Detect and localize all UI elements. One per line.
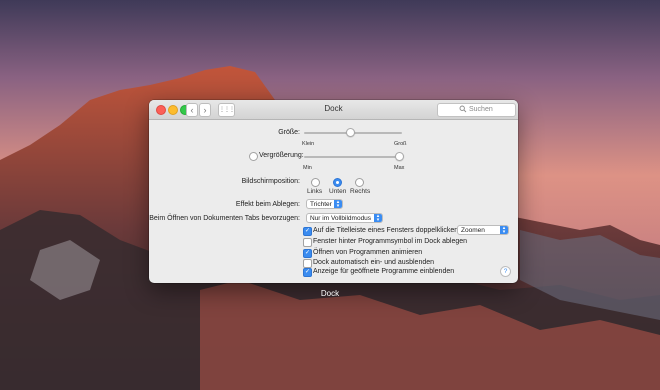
vergroesserung-min-label: Min (303, 165, 312, 171)
groesse-slider-knob[interactable] (346, 128, 356, 137)
vergroesserung-label: Vergrößerung: (259, 152, 304, 159)
effekt-label: Effekt beim Ablegen: (235, 201, 300, 208)
position-rechts-label: Rechts (350, 188, 371, 195)
position-unten-label: Unten (329, 188, 347, 195)
tabs-value: Nur im Vollbildmodus (310, 215, 372, 222)
vergroesserung-slider[interactable] (304, 156, 402, 158)
effekt-popup[interactable]: Trichter ▴ ▾ (306, 199, 343, 209)
chevron-updown-icon: ▴ ▾ (334, 200, 342, 209)
chevron-updown-icon: ▴ ▾ (374, 214, 382, 223)
chevron-updown-icon: ▴ ▾ (500, 226, 508, 235)
search-field[interactable]: Suchen (437, 103, 516, 117)
doppelklick-checkbox[interactable]: ✓ (303, 227, 312, 236)
vergroesserung-max-label: Max (394, 165, 405, 171)
tabs-popup[interactable]: Nur im Vollbildmodus ▴ ▾ (306, 213, 383, 223)
groesse-max-label: Groß (394, 141, 407, 147)
position-unten-radio[interactable] (333, 178, 342, 187)
doppelklick-label: Auf die Titelleiste eines Fensters doppe… (313, 227, 461, 234)
position-links-radio[interactable] (311, 178, 320, 187)
fenster-ablegen-label: Fenster hinter Programmsymbol im Dock ab… (313, 238, 468, 245)
groesse-min-label: Klein (302, 141, 315, 147)
help-button[interactable]: ? (500, 266, 511, 277)
indicator-checkbox[interactable]: ✓ (303, 268, 312, 277)
dock-preferences-window: ‹ › ⋮⋮⋮ Dock Suchen Größe: Klein Groß Ve… (149, 100, 518, 283)
autohide-label: Dock automatisch ein- und ausblenden (313, 259, 435, 266)
tabs-label: Beim Öffnen von Dokumenten Tabs bevorzug… (149, 215, 300, 222)
animieren-label: Öffnen von Programmen animieren (313, 249, 423, 256)
indicator-label: Anzeige für geöffnete Programme einblend… (313, 268, 455, 275)
fenster-ablegen-checkbox[interactable] (303, 238, 312, 247)
search-icon (459, 105, 467, 113)
title-bar: ‹ › ⋮⋮⋮ Dock Suchen (149, 100, 518, 120)
groesse-label: Größe: (278, 129, 300, 136)
doppelklick-popup[interactable]: Zoomen ▴ ▾ (457, 225, 509, 235)
position-rechts-radio[interactable] (355, 178, 364, 187)
autohide-checkbox[interactable] (303, 259, 312, 268)
dock-app-label: Dock (320, 289, 340, 298)
vergroesserung-slider-knob[interactable] (395, 152, 405, 161)
position-links-label: Links (307, 188, 323, 195)
vergroesserung-checkbox[interactable] (249, 152, 258, 161)
animieren-checkbox[interactable]: ✓ (303, 249, 312, 258)
doppelklick-value: Zoomen (461, 227, 485, 234)
bildschirmposition-label: Bildschirmposition: (241, 178, 300, 185)
search-placeholder: Suchen (469, 106, 493, 113)
effekt-value: Trichter (310, 201, 332, 208)
